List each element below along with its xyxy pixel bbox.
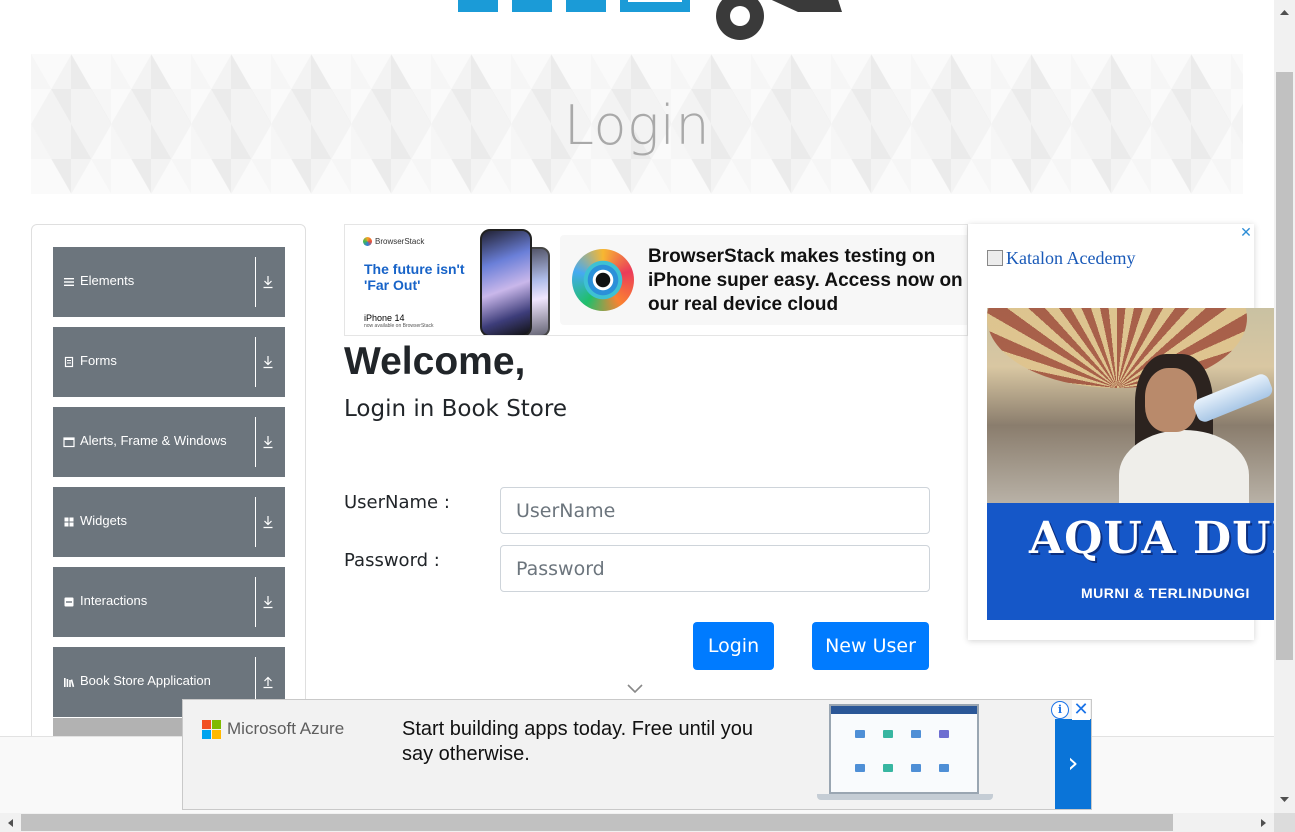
download-arrow-icon [263, 356, 273, 369]
sidebar-group-label: Widgets [80, 513, 127, 528]
divider [255, 257, 256, 307]
upload-arrow-icon [263, 676, 273, 689]
sidebar-group-label: Interactions [80, 593, 148, 608]
broken-image-alt-text: Katalon Acedemy [1006, 248, 1136, 268]
ad-card: BrowserStack makes testing on iPhone sup… [560, 235, 967, 325]
ad-close-icon[interactable]: ✕ [1072, 700, 1090, 720]
broken-image-icon [987, 250, 1003, 266]
sidebar-group-alerts-frame-windows[interactable]: Alerts, Frame & Windows [53, 407, 285, 477]
vertical-scrollbar[interactable] [1274, 0, 1295, 813]
toolsqa-logo[interactable] [450, 0, 850, 42]
ad-close-icon[interactable]: ✕ [1238, 224, 1254, 242]
sidebar-group-interactions[interactable]: Interactions [53, 567, 285, 637]
scrollbar-thumb[interactable] [1276, 72, 1293, 660]
scroll-up-arrow-icon[interactable] [1279, 8, 1290, 16]
broken-image-alt[interactable]: Katalon Acedemy [987, 248, 1135, 269]
scroll-right-arrow-icon[interactable] [1260, 818, 1268, 828]
scroll-left-arrow-icon[interactable] [6, 818, 14, 828]
ad-product: iPhone 14 [364, 313, 405, 323]
iphone-image [480, 229, 532, 335]
ad-photo [987, 308, 1275, 504]
download-arrow-icon [263, 436, 273, 449]
ad-next-button[interactable]: › [1055, 719, 1091, 809]
login-button[interactable]: Login [693, 622, 774, 670]
browserstack-logo-icon [572, 249, 634, 311]
sidebar-group-widgets[interactable]: Widgets [53, 487, 285, 557]
download-arrow-icon [263, 276, 273, 289]
aqua-slogan: MURNI & TERLINDUNGI [1081, 585, 1250, 601]
grid-icon [64, 517, 74, 527]
browserstack-brand-label: BrowserStack [375, 237, 425, 246]
username-input[interactable] [500, 487, 930, 534]
password-label: Password : [344, 550, 440, 571]
new-user-button[interactable]: New User [812, 622, 929, 670]
divider [255, 337, 256, 387]
interaction-icon [64, 597, 74, 607]
username-label: UserName : [344, 492, 450, 513]
ad-headline: BrowserStack makes testing on iPhone sup… [648, 246, 963, 315]
scroll-down-arrow-icon[interactable] [1279, 796, 1290, 804]
sidebar-group-label: Elements [80, 273, 135, 288]
horizontal-scrollbar[interactable] [0, 813, 1274, 832]
sidebar-group-label: Forms [80, 353, 117, 368]
sidebar-group-forms[interactable]: Forms [53, 327, 285, 397]
welcome-heading: Welcome, [344, 340, 526, 383]
ad-tagline: The future isn't 'Far Out' [364, 261, 465, 293]
browserstack-ad[interactable]: BrowserStack The future isn't 'Far Out' … [344, 224, 968, 336]
divider [255, 497, 256, 547]
window-icon [63, 437, 75, 448]
aqua-brand: AQUA DUNIA [1029, 513, 1275, 564]
laptop-base [817, 794, 993, 800]
form-icon [64, 356, 74, 368]
page: Login Elements Forms Alerts, Frame & Win… [0, 0, 1295, 832]
sidebar-group-label: Book Store Application [80, 673, 211, 688]
azure-brand: Microsoft Azure [227, 719, 345, 738]
azure-ad-text: Start building apps today. Free until yo… [402, 718, 753, 765]
ad-fineprint: now available on BrowserStack [364, 323, 434, 329]
laptop-image [829, 704, 979, 796]
woman-head [1145, 368, 1197, 432]
hamburger-icon [64, 278, 74, 286]
sidebar-group-elements[interactable]: Elements [53, 247, 285, 317]
login-subtitle: Login in Book Store [344, 396, 567, 422]
browserstack-logo-icon [363, 237, 372, 247]
microsoft-logo-icon [202, 720, 222, 740]
ad-info-icon[interactable]: i [1051, 701, 1069, 719]
books-icon [64, 678, 75, 688]
scrollbar-corner [1274, 813, 1295, 832]
page-title: Login [563, 94, 711, 157]
divider [255, 417, 256, 467]
azure-ad[interactable]: Microsoft Azure Start building apps toda… [182, 699, 1092, 810]
aqua-ad-panel: AQUA DUNIA MURNI & TERLINDUNGI [987, 503, 1275, 620]
divider [255, 577, 256, 627]
browserstack-brand: BrowserStack [363, 237, 425, 247]
download-arrow-icon [263, 516, 273, 529]
page-banner: Login [31, 54, 1243, 194]
chevron-down-icon[interactable] [626, 681, 644, 695]
password-input[interactable] [500, 545, 930, 592]
download-arrow-icon [263, 596, 273, 609]
scrollbar-thumb[interactable] [21, 814, 1173, 831]
sidebar-group-label: Alerts, Frame & Windows [80, 433, 227, 448]
